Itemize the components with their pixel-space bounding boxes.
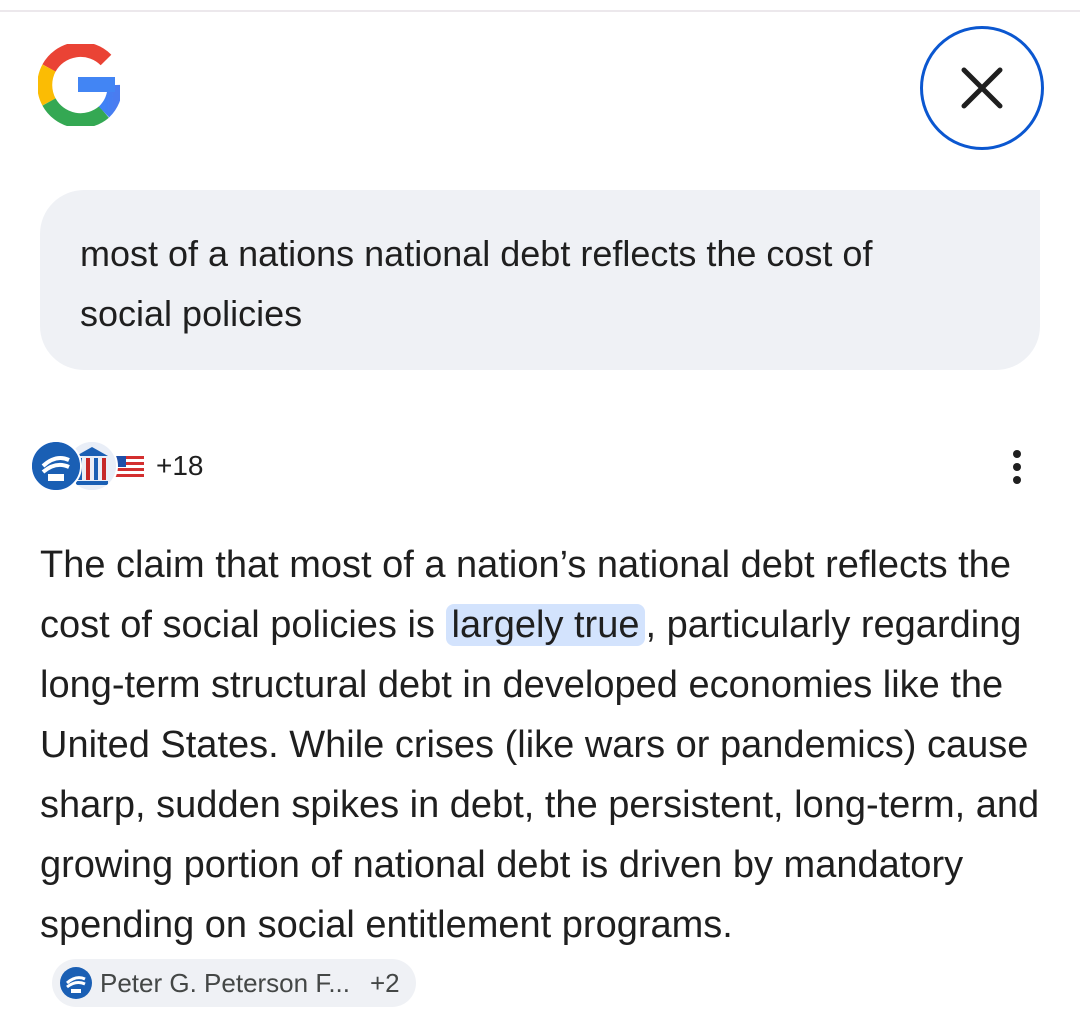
peterson-foundation-icon <box>60 966 92 999</box>
highlighted-phrase: largely true <box>445 604 646 646</box>
answer-text-part2: , particularly regarding long-term struc… <box>40 604 1040 946</box>
query-text: most of a nations national debt reflects… <box>80 233 873 334</box>
top-divider <box>0 10 1080 12</box>
google-logo <box>37 41 123 129</box>
query-bubble: most of a nations national debt reflects… <box>40 190 1040 370</box>
ai-answer-text: The claim that most of a nation’s nation… <box>40 535 1050 1015</box>
more-vert-icon <box>1013 450 1021 484</box>
citation-extra-count: +2 <box>370 967 400 998</box>
source-count: +18 <box>156 450 204 481</box>
more-options-button[interactable] <box>1002 442 1032 490</box>
close-button[interactable] <box>920 26 1044 150</box>
citation-label: Peter G. Peterson F... <box>100 967 350 998</box>
peterson-foundation-icon <box>30 440 82 492</box>
citation-chip[interactable]: Peter G. Peterson F... +2 <box>52 958 416 1007</box>
sources-row[interactable]: +18 <box>30 440 1050 494</box>
close-icon <box>961 67 1003 109</box>
